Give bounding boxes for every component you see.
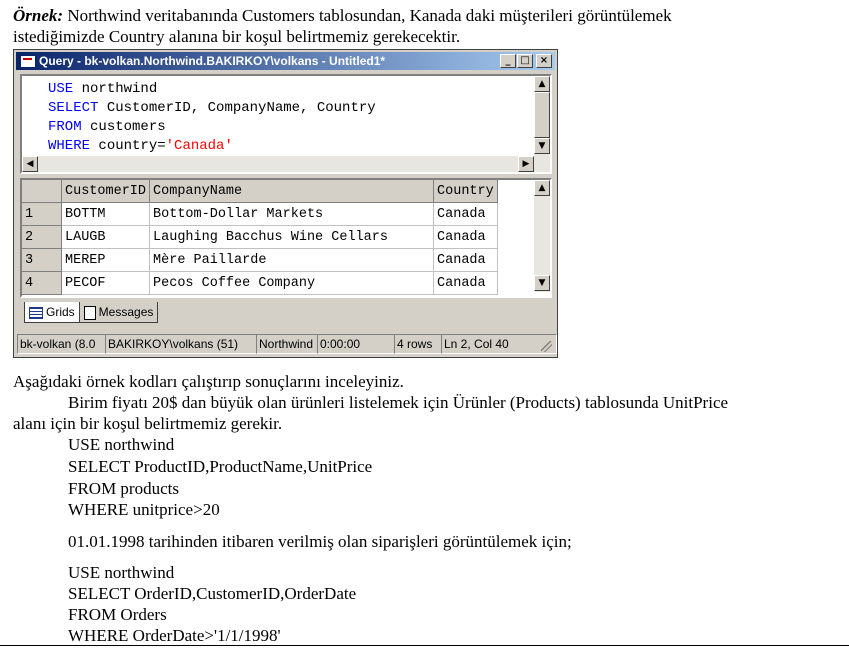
editor-vertical-scrollbar[interactable]: ▲ ▼	[534, 76, 550, 156]
table-row[interactable]: 4 PECOF Pecos Coffee Company Canada	[22, 271, 498, 295]
results-grid[interactable]: CustomerID CompanyName Country 1 BOTTM B…	[20, 178, 552, 298]
cell-customer-id[interactable]: MEREP	[61, 248, 151, 272]
code-line-1: USE northwind	[48, 81, 158, 97]
paragraph-2-line-2: alanı için bir koşul belirtmemiz gerekir…	[13, 414, 283, 433]
cell-company-name[interactable]: Bottom-Dollar Markets	[149, 202, 435, 226]
row-number: 1	[22, 202, 62, 226]
grid-header-row: CustomerID CompanyName Country	[22, 180, 498, 203]
title-bar: Query - bk-volkan.Northwind.BAKIRKOY\vol…	[16, 52, 555, 70]
tab-messages[interactable]: Messages	[79, 302, 159, 323]
scroll-down-icon[interactable]: ▼	[534, 138, 550, 154]
status-bar: bk-volkan (8.0 BAKIRKOY\volkans (51) Nor…	[17, 334, 557, 354]
minimize-button[interactable]: _	[500, 54, 516, 68]
column-header[interactable]: CustomerID	[61, 180, 151, 203]
cell-country[interactable]: Canada	[433, 225, 498, 249]
cell-customer-id[interactable]: BOTTM	[61, 202, 151, 226]
column-header[interactable]: Country	[433, 180, 498, 203]
table-row[interactable]: 3 MEREP Mère Paillarde Canada	[22, 248, 498, 272]
grid-icon	[29, 306, 43, 319]
code-block-1-line: USE northwind	[68, 435, 175, 454]
tab-grids[interactable]: Grids	[24, 302, 80, 323]
paragraph-2-line-1: Birim fiyatı 20$ dan büyük olan ürünleri…	[68, 393, 729, 412]
row-number: 3	[22, 248, 62, 272]
grid-vertical-scrollbar[interactable]: ▲ ▼	[534, 180, 550, 292]
scroll-right-icon[interactable]: ▶	[518, 156, 534, 172]
code-line-2: SELECT CustomerID, CompanyName, Country	[48, 100, 376, 116]
status-database: Northwind	[256, 334, 318, 354]
page-divider	[0, 645, 849, 646]
status-elapsed: 0:00:00	[317, 334, 395, 354]
code-block-2-line: USE northwind	[68, 563, 175, 582]
status-user: BAKIRKOY\volkans (51)	[105, 334, 257, 354]
window-title: Query - bk-volkan.Northwind.BAKIRKOY\vol…	[39, 54, 386, 68]
query-window-icon	[20, 55, 36, 68]
intro-text: Northwind veritabanında Customers tablos…	[63, 6, 672, 25]
code-block-1-line: WHERE unitprice>20	[68, 500, 220, 519]
status-rows: 4 rows	[394, 334, 442, 354]
row-number-header	[22, 180, 62, 203]
scroll-up-icon[interactable]: ▲	[534, 76, 550, 92]
cell-company-name[interactable]: Laughing Bacchus Wine Cellars	[149, 225, 435, 249]
grid-scroll-up-icon[interactable]: ▲	[534, 180, 550, 196]
cell-customer-id[interactable]: LAUGB	[61, 225, 151, 249]
query-window: Query - bk-volkan.Northwind.BAKIRKOY\vol…	[13, 49, 558, 358]
cell-country[interactable]: Canada	[433, 202, 498, 226]
code-block-2-line: FROM Orders	[68, 605, 167, 624]
editor-horizontal-scrollbar[interactable]: ◀ ▶	[22, 156, 550, 172]
code-line-3: FROM customers	[48, 119, 166, 135]
result-tabs: Grids Messages	[24, 302, 159, 324]
sql-editor[interactable]: USE northwind SELECT CustomerID, CompanyN…	[20, 74, 552, 174]
example-label: Örnek:	[13, 6, 64, 25]
row-number: 2	[22, 225, 62, 249]
column-header[interactable]: CompanyName	[149, 180, 435, 203]
code-block-2-line: WHERE OrderDate>'1/1/1998'	[68, 626, 281, 645]
cell-customer-id[interactable]: PECOF	[61, 271, 151, 295]
code-line-4: WHERE country='Canada'	[48, 138, 233, 154]
code-block-2-line: SELECT OrderID,CustomerID,OrderDate	[68, 584, 357, 603]
messages-icon	[83, 305, 96, 320]
table-row[interactable]: 1 BOTTM Bottom-Dollar Markets Canada	[22, 202, 498, 226]
cell-country[interactable]: Canada	[433, 271, 498, 295]
code-block-1-line: SELECT ProductID,ProductName,UnitPrice	[68, 457, 373, 476]
code-block-1-line: FROM products	[68, 479, 179, 498]
paragraph-3: 01.01.1998 tarihinden itibaren verilmiş …	[68, 532, 572, 551]
grid-scroll-down-icon[interactable]: ▼	[534, 275, 550, 291]
status-position: Ln 2, Col 40	[441, 334, 557, 354]
cell-country[interactable]: Canada	[433, 248, 498, 272]
scroll-left-icon[interactable]: ◀	[22, 156, 38, 172]
maximize-button[interactable]: □	[517, 54, 533, 68]
status-server: bk-volkan (8.0	[17, 334, 106, 354]
scroll-thumb[interactable]	[534, 92, 550, 138]
intro-line-1: Örnek: Northwind veritabanında Customers…	[13, 5, 672, 26]
intro-line-2: istediğimizde Country alanına bir koşul …	[13, 27, 461, 46]
resize-grip-icon[interactable]	[541, 341, 552, 352]
paragraph-1: Aşağıdaki örnek kodları çalıştırıp sonuç…	[13, 372, 404, 391]
cell-company-name[interactable]: Pecos Coffee Company	[149, 271, 435, 295]
row-number: 4	[22, 271, 62, 295]
table-row[interactable]: 2 LAUGB Laughing Bacchus Wine Cellars Ca…	[22, 225, 498, 249]
sql-code[interactable]: USE northwind SELECT CustomerID, CompanyN…	[48, 80, 376, 156]
close-button[interactable]: ×	[536, 54, 552, 68]
cell-company-name[interactable]: Mère Paillarde	[149, 248, 435, 272]
